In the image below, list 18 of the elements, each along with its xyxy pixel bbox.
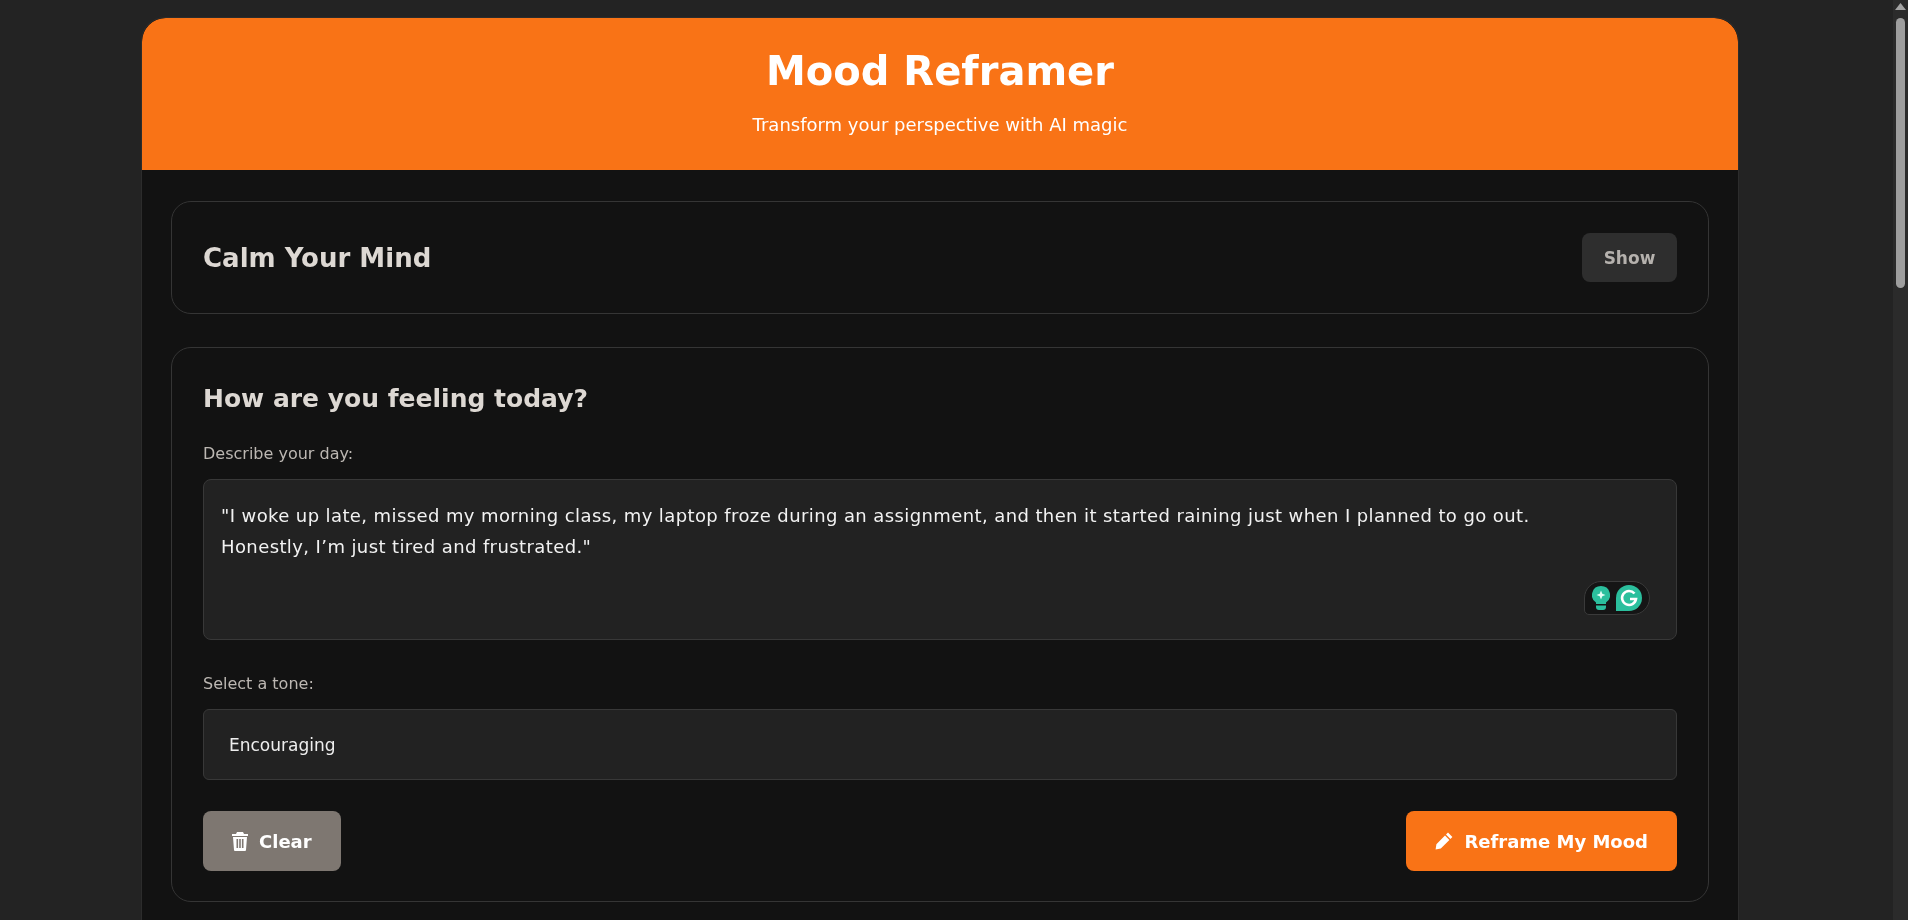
tone-select[interactable]: Encouraging bbox=[203, 709, 1677, 780]
field-label: Describe your day: bbox=[203, 443, 355, 465]
field-label: Select a tone: bbox=[203, 673, 315, 695]
describe-day-field[interactable]: "I woke up late, missed my morning class, my laptop froze during an assignment, and then it started raining just when I planned to go out. Honestly, I’m just tired and frustrated." bbox=[203, 479, 1677, 640]
writing-assistant-widget[interactable] bbox=[1584, 581, 1650, 615]
panel-title: Calm Your Mind bbox=[203, 242, 432, 273]
lightbulb-icon bbox=[1592, 586, 1610, 610]
clear-button[interactable]: Clear bbox=[203, 811, 341, 871]
trash-icon bbox=[232, 831, 248, 851]
scroll-up-icon[interactable] bbox=[1895, 3, 1906, 10]
pencil-icon bbox=[1435, 832, 1454, 850]
form-heading: How are you feeling today? bbox=[203, 383, 589, 415]
g-bubble-icon bbox=[1616, 585, 1642, 611]
show-button[interactable]: Show bbox=[1582, 233, 1677, 282]
app-subtitle: Transform your perspective with AI magic bbox=[752, 113, 1128, 137]
scrollbar-track[interactable] bbox=[1893, 0, 1908, 920]
scrollbar-thumb[interactable] bbox=[1896, 18, 1905, 288]
app-title: Mood Reframer bbox=[766, 47, 1114, 96]
